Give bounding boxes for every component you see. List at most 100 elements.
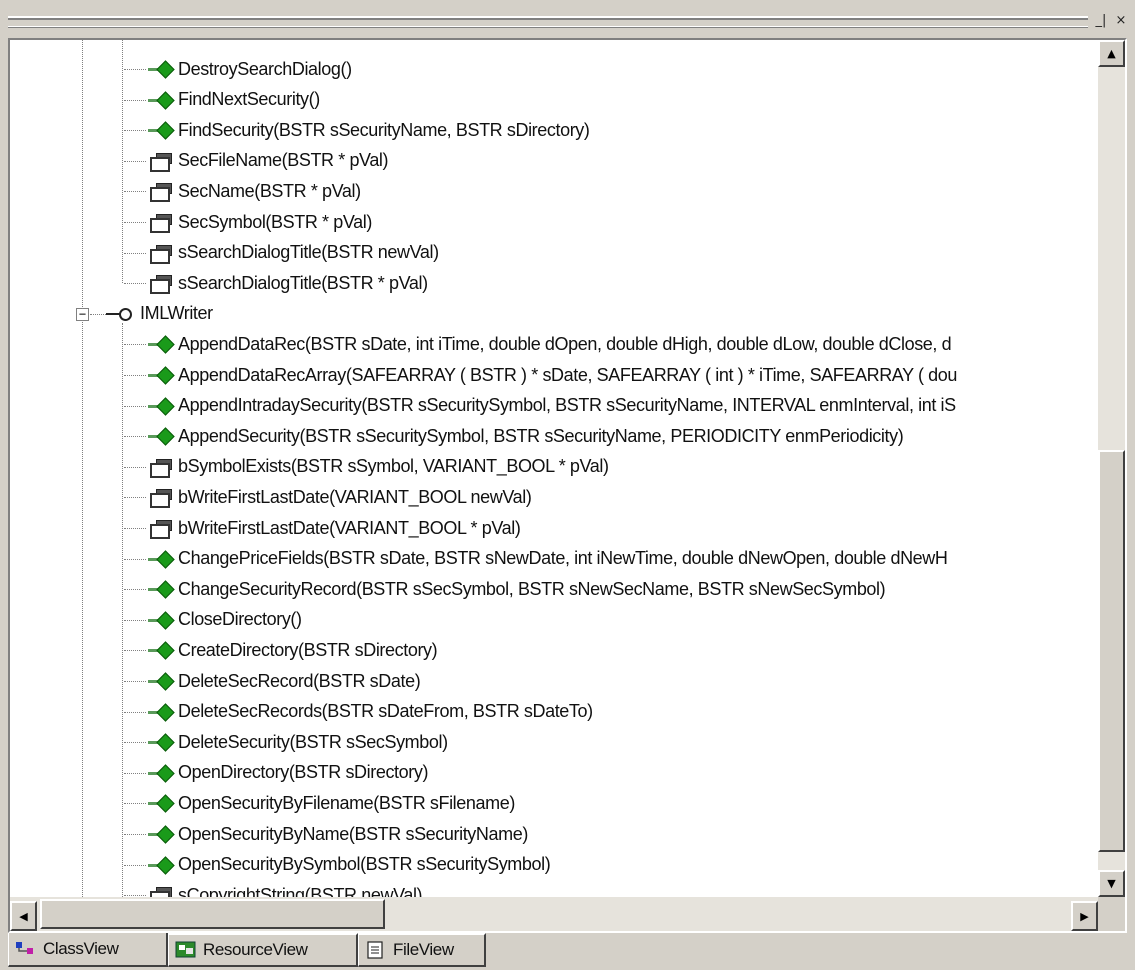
tree-connector xyxy=(124,160,146,162)
tree-connector xyxy=(124,69,146,70)
tree-item[interactable]: bSymbolExists(BSTR sSymbol, VARIANT_BOOL… xyxy=(148,452,609,482)
tree-item-label: bWriteFirstLastDate(VARIANT_BOOL newVal) xyxy=(178,486,532,507)
tree-connector xyxy=(124,619,146,621)
tree-item[interactable]: ChangePriceFields(BSTR sDate, BSTR sNewD… xyxy=(148,544,948,574)
tree-item-label: bWriteFirstLastDate(VARIANT_BOOL * pVal) xyxy=(178,517,521,538)
tree-item[interactable]: CreateDirectory(BSTR sDirectory) xyxy=(148,635,438,665)
tree-item-label: DeleteSecurity(BSTR sSecSymbol) xyxy=(178,731,448,752)
tree-item[interactable]: OpenDirectory(BSTR sDirectory) xyxy=(148,758,428,788)
tree-item-label: ChangePriceFields(BSTR sDate, BSTR sNewD… xyxy=(178,548,948,569)
method-icon xyxy=(148,702,175,722)
vertical-scrollbar[interactable]: ▲ ▼ xyxy=(1098,40,1125,897)
tree-item[interactable]: DeleteSecRecords(BSTR sDateFrom, BSTR sD… xyxy=(148,697,593,727)
tree-item-label: DestroySearchDialog() xyxy=(178,58,352,79)
tree-connector xyxy=(124,252,146,254)
tree-item[interactable]: SecSymbol(BSTR * pVal) xyxy=(148,207,372,237)
arrow-right-icon: ▶ xyxy=(1080,909,1089,923)
tree-item-label: CreateDirectory(BSTR sDirectory) xyxy=(178,639,438,660)
tree-item[interactable]: OpenSecurityBySymbol(BSTR sSecuritySymbo… xyxy=(148,850,551,880)
property-icon xyxy=(148,487,174,509)
tree-item[interactable]: AppendDataRecArray(SAFEARRAY ( BSTR ) * … xyxy=(148,360,957,390)
tree-item[interactable]: OpenSecurityByName(BSTR sSecurityName) xyxy=(148,819,528,849)
tree-item[interactable]: sSearchDialogTitle(BSTR * pVal) xyxy=(148,268,428,298)
tree-connector xyxy=(82,40,83,897)
tree-item-label: SecSymbol(BSTR * pVal) xyxy=(178,211,372,232)
scroll-up-button[interactable]: ▲ xyxy=(1098,40,1125,67)
tree-connector xyxy=(124,528,146,529)
close-button[interactable]: × xyxy=(1114,14,1128,28)
view-tabs: ClassView ResourceView FileView xyxy=(8,933,1127,970)
method-icon xyxy=(148,611,175,630)
property-icon xyxy=(148,181,174,203)
tree-item[interactable]: SecName(BSTR * pVal) xyxy=(148,176,361,206)
tree-item-label: sSearchDialogTitle(BSTR * pVal) xyxy=(178,272,428,293)
vertical-scroll-thumb[interactable] xyxy=(1098,450,1125,852)
tree-item-label: FindSecurity(BSTR sSecurityName, BSTR sD… xyxy=(178,119,590,140)
tree-connector xyxy=(124,375,146,376)
tree-item[interactable]: SecFileName(BSTR * pVal) xyxy=(148,146,389,176)
tree-item[interactable]: AppendDataRec(BSTR sDate, int iTime, dou… xyxy=(148,329,952,359)
tree-connector xyxy=(124,497,146,499)
collapse-toggle[interactable]: − xyxy=(76,307,89,321)
tab-resourceview[interactable]: ResourceView xyxy=(168,933,358,967)
tree-item-label: FindNextSecurity() xyxy=(178,89,320,110)
property-icon xyxy=(148,273,174,295)
horizontal-scrollbar[interactable]: ◀ ▶ xyxy=(10,897,1098,931)
method-icon xyxy=(148,641,175,661)
scroll-down-button[interactable]: ▼ xyxy=(1098,870,1125,897)
tree-connector xyxy=(122,40,123,284)
tab-fileview[interactable]: FileView xyxy=(358,933,486,967)
tree-connector xyxy=(124,834,146,835)
tree-item-label: OpenSecurityByFilename(BSTR sFilename) xyxy=(178,792,515,813)
method-icon xyxy=(148,580,175,599)
tree-connector xyxy=(124,466,146,468)
tree-item-label: sCopyrightString(BSTR newVal) xyxy=(178,884,423,897)
tree-item-label: IMLWriter xyxy=(140,303,213,324)
tree-connector xyxy=(124,405,146,407)
tree-item-label: DeleteSecRecords(BSTR sDateFrom, BSTR sD… xyxy=(178,701,593,722)
tree-item[interactable]: DeleteSecurity(BSTR sSecSymbol) xyxy=(148,727,448,757)
tab-resourceview-label: ResourceView xyxy=(203,940,308,959)
property-icon xyxy=(148,457,174,478)
tree-item[interactable]: DeleteSecRecord(BSTR sDate) xyxy=(148,666,421,696)
tab-classview[interactable]: ClassView xyxy=(8,933,168,967)
file-view-icon xyxy=(365,941,387,959)
method-icon xyxy=(148,855,175,875)
tree-item[interactable]: CloseDirectory() xyxy=(148,605,302,635)
tree-connector xyxy=(124,772,146,774)
tree-connector xyxy=(124,803,146,805)
dock-grip-bar[interactable]: _| × xyxy=(0,0,1135,38)
tree-connector xyxy=(124,589,146,591)
method-icon xyxy=(148,335,175,355)
tree-connector xyxy=(124,222,146,223)
tree-item[interactable]: FindNextSecurity() xyxy=(148,85,320,115)
grip-line xyxy=(8,27,1088,28)
tree-connector xyxy=(124,711,146,713)
tree-item[interactable]: ChangeSecurityRecord(BSTR sSecSymbol, BS… xyxy=(148,574,886,604)
tree-item-label: AppendDataRecArray(SAFEARRAY ( BSTR ) * … xyxy=(178,364,957,385)
method-icon xyxy=(148,366,175,385)
class-tree[interactable]: DestroySearchDialog() FindNextSecurity() F… xyxy=(10,40,1098,897)
tree-item-label: DeleteSecRecord(BSTR sDate) xyxy=(178,670,421,691)
method-icon xyxy=(148,794,175,814)
tree-item[interactable]: bWriteFirstLastDate(VARIANT_BOOL * pVal) xyxy=(148,513,521,543)
tree-connector xyxy=(90,313,106,315)
horizontal-scroll-thumb[interactable] xyxy=(40,899,385,929)
restore-button[interactable]: _| xyxy=(1094,14,1108,28)
tree-item[interactable]: OpenSecurityByFilename(BSTR sFilename) xyxy=(148,788,515,818)
method-icon xyxy=(148,90,175,110)
tree-item[interactable]: sCopyrightString(BSTR newVal) xyxy=(148,880,423,897)
tree-item[interactable]: AppendIntradaySecurity(BSTR sSecuritySym… xyxy=(148,391,956,421)
tree-connector xyxy=(124,742,146,744)
tree-item[interactable]: FindSecurity(BSTR sSecurityName, BSTR sD… xyxy=(148,115,590,145)
tree-item[interactable]: DestroySearchDialog() xyxy=(148,54,352,84)
tree-connector xyxy=(124,436,146,438)
method-icon xyxy=(148,427,175,446)
tree-item[interactable]: bWriteFirstLastDate(VARIANT_BOOL newVal) xyxy=(148,482,532,512)
property-icon xyxy=(148,885,174,897)
tree-item[interactable]: sSearchDialogTitle(BSTR newVal) xyxy=(148,238,439,268)
tab-fileview-label: FileView xyxy=(393,940,454,959)
scroll-right-button[interactable]: ▶ xyxy=(1071,901,1098,931)
tree-item[interactable]: AppendSecurity(BSTR sSecuritySymbol, BST… xyxy=(148,421,904,451)
scroll-left-button[interactable]: ◀ xyxy=(10,901,37,931)
